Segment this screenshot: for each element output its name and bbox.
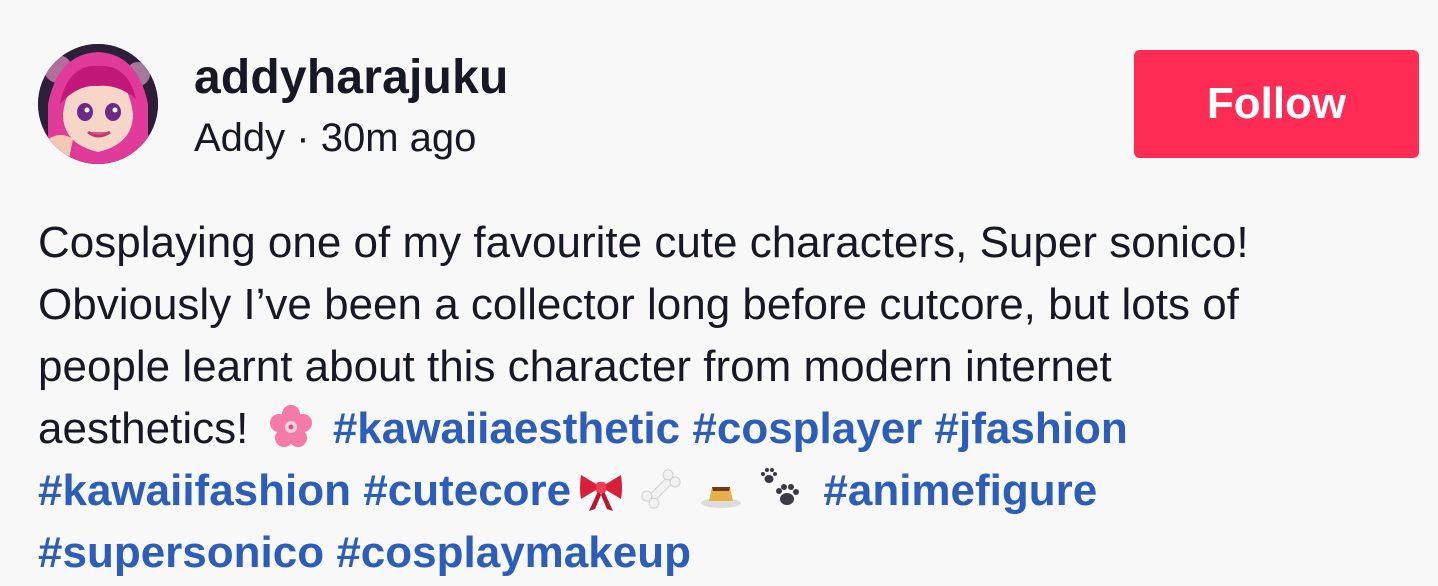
username[interactable]: addyharajuku — [194, 50, 509, 106]
hashtag-cosplayer[interactable]: #cosplayer — [692, 404, 922, 453]
caption-line-4: aesthetics! — [38, 404, 249, 453]
pudding-icon — [697, 465, 745, 513]
ribbon-icon — [577, 465, 625, 513]
hashtag-animefigure[interactable]: #animefigure — [823, 466, 1097, 515]
post-caption: Cosplaying one of my favourite cute char… — [38, 212, 1418, 584]
author-block: addyharajuku Addy · 30m ago — [194, 50, 509, 162]
paw-prints-icon — [757, 465, 805, 513]
post-meta: Addy · 30m ago — [194, 114, 509, 162]
hashtag-supersonico[interactable]: #supersonico — [38, 528, 324, 577]
hashtag-kawaiiaesthetic[interactable]: #kawaiiaesthetic — [333, 404, 680, 453]
avatar[interactable] — [38, 44, 158, 164]
time-ago: 30m ago — [320, 116, 477, 160]
caption-line-1: Cosplaying one of my favourite cute char… — [38, 218, 1249, 267]
hashtag-cutecore[interactable]: #cutecore — [363, 466, 571, 515]
follow-button[interactable]: Follow — [1134, 50, 1419, 158]
bone-icon — [637, 465, 685, 513]
meta-separator: · — [285, 116, 321, 160]
cherry-blossom-icon — [267, 403, 315, 451]
hashtag-kawaiifashion[interactable]: #kawaiifashion — [38, 466, 351, 515]
hashtag-cosplaymakeup[interactable]: #cosplaymakeup — [336, 528, 691, 577]
hashtag-jfashion[interactable]: #jfashion — [935, 404, 1128, 453]
post-card: addyharajuku Addy · 30m ago Follow Cospl… — [0, 0, 1438, 586]
caption-line-2: Obviously I’ve been a collector long bef… — [38, 280, 1239, 329]
caption-line-3: people learnt about this character from … — [38, 342, 1112, 391]
display-name: Addy — [194, 116, 286, 160]
